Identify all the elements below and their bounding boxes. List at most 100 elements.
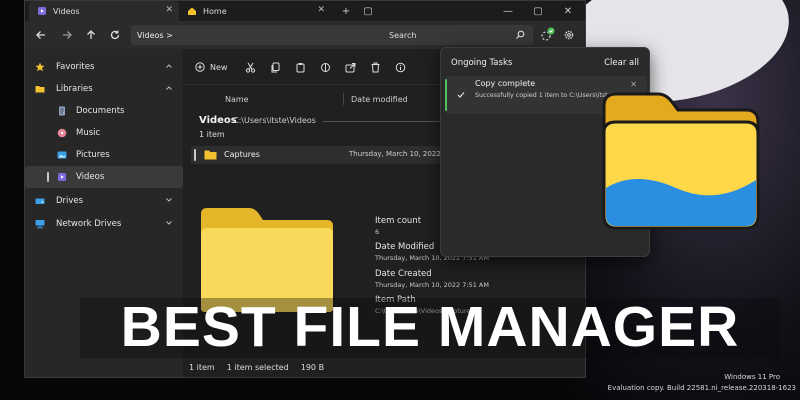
selection-indicator [194, 149, 196, 161]
rename-icon [321, 62, 330, 72]
delete-button[interactable] [370, 59, 381, 75]
property-label: Item count [375, 216, 422, 226]
arrow-left-icon [36, 31, 45, 39]
minimize-icon: — [503, 5, 513, 17]
close-icon[interactable]: ✕ [317, 5, 325, 15]
property-value: 6 [375, 228, 380, 236]
property-value: Thursday, March 10, 2022 7:51 AM [375, 281, 489, 289]
file-name: Captures [224, 150, 260, 159]
music-icon [57, 128, 67, 138]
sidebar-item-label: Music [76, 128, 101, 138]
headline-text: BEST FILE MANAGER [120, 295, 740, 359]
tab-home[interactable]: Home ✕ [181, 1, 331, 21]
column-header-date-modified[interactable]: Date modified [351, 85, 408, 113]
task-title: Copy complete [475, 79, 536, 88]
copy-icon: ▢ [363, 5, 373, 17]
divider [323, 121, 443, 122]
chevron-up-icon[interactable] [165, 84, 173, 92]
tasks-status-icon [541, 27, 555, 41]
status-bar: 1 item 1 item selected 190 B [189, 363, 324, 372]
chevron-down-icon[interactable] [165, 196, 173, 204]
new-button-label: New [210, 62, 228, 72]
status-size: 190 B [300, 363, 325, 372]
videos-folder-icon [38, 7, 46, 15]
arrow-right-icon [63, 31, 72, 39]
property-label: Date Modified [375, 242, 435, 252]
sidebar-item-favorites[interactable]: Favorites [25, 56, 183, 78]
home-icon [188, 7, 196, 15]
copy-button[interactable] [270, 59, 281, 75]
column-header-name[interactable]: Name [225, 85, 249, 113]
os-watermark-edition: Windows 11 Pro [724, 373, 780, 381]
status-item-count: 1 item [189, 363, 215, 372]
folder-item-count: 1 item [199, 130, 225, 139]
close-window-button[interactable]: ✕ [553, 1, 583, 21]
paste-icon [296, 62, 305, 72]
folder-icon [204, 150, 217, 160]
forward-button[interactable] [59, 27, 75, 43]
new-button[interactable]: New [195, 59, 227, 75]
up-button[interactable] [83, 27, 99, 43]
sidebar-item-pictures[interactable]: Pictures [25, 144, 183, 166]
os-watermark-build: Evaluation copy. Build 22581.ni_release.… [607, 384, 796, 392]
tab-home-label: Home [203, 6, 227, 16]
info-icon [395, 62, 406, 72]
gear-icon [564, 30, 574, 40]
paste-button[interactable] [295, 59, 306, 75]
sidebar-item-documents[interactable]: Documents [25, 100, 183, 122]
refresh-button[interactable] [107, 27, 123, 43]
column-divider[interactable] [343, 93, 344, 105]
sidebar-item-label: Network Drives [56, 219, 122, 229]
refresh-icon [110, 30, 120, 40]
status-selected: 1 item selected [226, 363, 289, 372]
success-indicator [445, 79, 447, 111]
cut-button[interactable] [245, 59, 256, 75]
sidebar-item-label: Documents [76, 106, 125, 116]
maximize-button[interactable]: ▢ [523, 1, 553, 21]
documents-icon [59, 106, 65, 116]
properties-button[interactable] [395, 59, 406, 75]
ongoing-tasks-button[interactable] [539, 27, 555, 43]
tab-bar: Videos ✕ Home ✕ + ▢ — ▢ ✕ [25, 1, 585, 21]
folder-title: Videos [199, 115, 237, 126]
tasks-title: Ongoing Tasks [451, 58, 513, 68]
chevron-down-icon[interactable] [165, 219, 173, 227]
plus-circle-icon [195, 62, 205, 72]
minimize-button[interactable]: — [493, 1, 523, 21]
sidebar-item-libraries[interactable]: Libraries [25, 78, 183, 100]
settings-button[interactable] [561, 27, 577, 43]
tab-videos-label: Videos [53, 6, 80, 16]
trash-icon [371, 62, 380, 72]
search-input[interactable]: Search [383, 25, 533, 45]
address-bar[interactable]: Videos > [131, 25, 399, 45]
back-button[interactable] [33, 27, 49, 43]
sidebar-item-label: Favorites [56, 62, 95, 72]
sidebar-item-label: Drives [56, 196, 84, 206]
scissors-icon [245, 62, 256, 73]
tab-actions-button[interactable]: ▢ [353, 1, 383, 21]
pictures-icon [57, 151, 67, 159]
plus-icon: + [341, 5, 351, 17]
sidebar-item-label: Pictures [76, 150, 110, 160]
sidebar-item-drives[interactable]: Drives [25, 190, 183, 212]
folder-icon [35, 86, 45, 93]
address-path: Videos > [137, 30, 173, 40]
maximize-icon: ▢ [533, 5, 543, 17]
search-placeholder: Search [389, 30, 417, 40]
share-icon [345, 62, 356, 72]
sidebar-item-videos[interactable]: Videos [25, 166, 183, 188]
close-icon[interactable]: ✕ [165, 5, 173, 15]
rename-button[interactable] [320, 59, 331, 75]
sidebar-item-label: Videos [76, 172, 105, 182]
sidebar-item-network-drives[interactable]: Network Drives [25, 213, 183, 235]
tab-videos[interactable]: Videos ✕ [29, 1, 179, 21]
file-manager-logo-icon [602, 92, 760, 230]
file-date: Thursday, March 10, 2022 [349, 150, 441, 158]
clear-all-button[interactable]: Clear all [604, 58, 639, 68]
copy-icon [271, 62, 280, 72]
share-button[interactable] [345, 59, 356, 75]
network-drive-icon [35, 220, 45, 229]
chevron-up-icon[interactable] [165, 62, 173, 70]
videos-icon [58, 173, 66, 181]
sidebar-item-music[interactable]: Music [25, 122, 183, 144]
